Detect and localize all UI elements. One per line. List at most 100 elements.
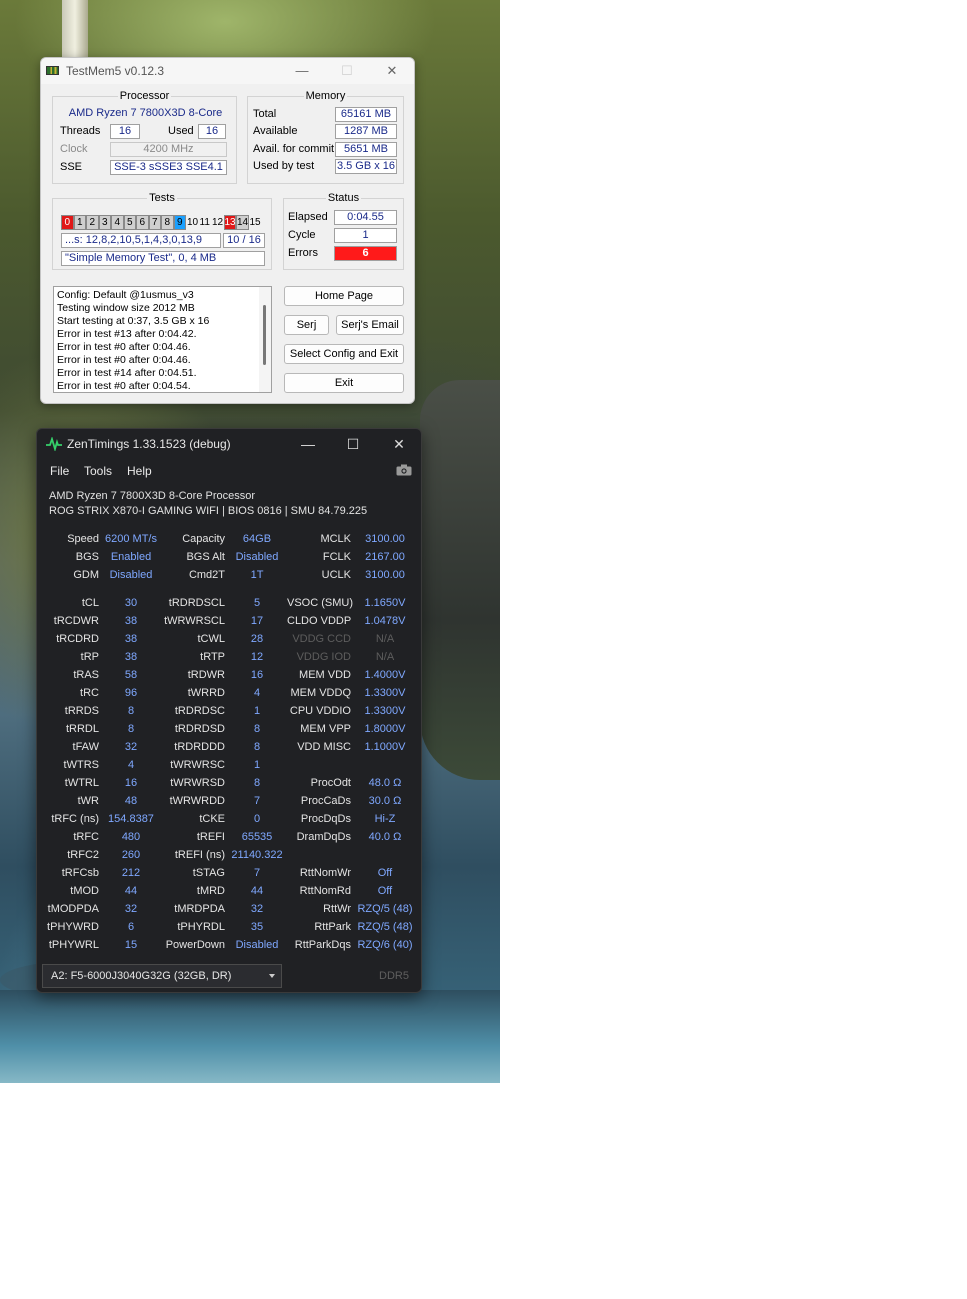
test-sequence: ...s: 12,8,2,10,5,1,4,3,0,13,9 <box>61 233 221 248</box>
maximize-button[interactable]: ☐ <box>333 433 373 455</box>
title-bar[interactable]: TestMem5 v0.12.3 — ☐ ✕ <box>41 58 414 84</box>
memory-type: DDR5 <box>379 970 409 982</box>
test-cell: 12 <box>211 215 224 230</box>
minimize-button[interactable]: — <box>287 61 317 81</box>
timing-value: 154.8387 <box>108 813 154 825</box>
timing-label: tRCDWR <box>53 615 99 627</box>
timing-label: tRDRDSCL <box>168 597 225 609</box>
window-title: ZenTimings 1.33.1523 (debug) <box>67 437 231 451</box>
board-info: ROG STRIX X870-I GAMING WIFI | BIOS 0816… <box>49 505 368 517</box>
timing-label: tRFC <box>73 831 99 843</box>
commit-label: Avail. for commit <box>253 143 335 155</box>
timing-value: 65535 <box>241 831 273 843</box>
timing-label: tRDWR <box>187 669 225 681</box>
timing-value: 1.4000V <box>364 669 406 681</box>
timing-label: RttParkDqs <box>294 939 351 951</box>
errors-label: Errors <box>288 247 318 259</box>
test-cell: 13 <box>223 215 236 230</box>
timing-label: ProcOdt <box>310 777 351 789</box>
total-label: Total <box>253 108 277 120</box>
close-button[interactable]: ✕ <box>379 433 419 455</box>
window-title: TestMem5 v0.12.3 <box>66 64 165 78</box>
serj-email-button[interactable]: Serj's Email <box>336 315 404 335</box>
home-page-button[interactable]: Home Page <box>284 286 404 306</box>
exit-button[interactable]: Exit <box>284 373 404 393</box>
minimize-button[interactable]: — <box>288 433 328 455</box>
available-value: 1287 MB <box>335 124 397 139</box>
timing-value: 64GB <box>242 533 272 545</box>
test-cell: 1 <box>73 215 86 230</box>
timing-label: tCKE <box>199 813 225 825</box>
test-cell: 0 <box>61 215 74 230</box>
menu-file[interactable]: File <box>50 464 69 478</box>
timing-label: Cmd2T <box>188 569 225 581</box>
test-cell: 3 <box>98 215 111 230</box>
timing-value: 7 <box>253 795 261 807</box>
log-line: Error in test #0 after 0:04.46. <box>57 354 191 366</box>
timing-value: 28 <box>250 633 264 645</box>
timing-label: tMOD <box>70 885 99 897</box>
timing-label: RttNomRd <box>299 885 351 897</box>
timing-value: 12 <box>250 651 264 663</box>
processor-group: Processor AMD Ryzen 7 7800X3D 8-Core Thr… <box>52 90 237 184</box>
cpu-name: AMD Ryzen 7 7800X3D 8-Core Processor <box>49 490 256 502</box>
timing-label: tRFC (ns) <box>51 813 99 825</box>
timing-value: 8 <box>127 723 135 735</box>
timing-label: MEM VDD <box>299 669 351 681</box>
timing-label: tWRRD <box>187 687 225 699</box>
log-textarea[interactable]: Config: Default @1usmus_v3 Testing window… <box>53 286 272 393</box>
timing-value: 96 <box>124 687 138 699</box>
timing-label: tRAS <box>73 669 99 681</box>
chevron-down-icon <box>269 974 275 978</box>
timing-value: 6200 MT/s <box>105 533 157 545</box>
timing-label: tRP <box>80 651 99 663</box>
timing-label: tRRDL <box>65 723 99 735</box>
select-config-button[interactable]: Select Config and Exit <box>284 344 404 364</box>
timing-label: tWRWRSD <box>170 777 225 789</box>
timing-value: Off <box>377 885 393 897</box>
timing-label: VDD MISC <box>297 741 351 753</box>
desktop: TestMem5 v0.12.3 — ☐ ✕ Processor AMD Ryz… <box>0 0 967 1299</box>
test-cells: 0 1 2 3 4 5 6 7 8 9 10 11 12 13 14 15 <box>61 215 261 230</box>
timing-value: 16 <box>124 777 138 789</box>
log-scrollbar[interactable] <box>259 287 271 392</box>
timing-value: 1.1000V <box>364 741 406 753</box>
timing-label: ProcDqDs <box>300 813 351 825</box>
timing-value: 6 <box>127 921 135 933</box>
timing-label: MCLK <box>320 533 351 545</box>
timing-value: 1 <box>253 759 261 771</box>
memory-group-title: Memory <box>303 90 348 102</box>
timing-value: 58 <box>124 669 138 681</box>
timing-label: FCLK <box>322 551 351 563</box>
timing-label: tWTRL <box>64 777 99 789</box>
test-cell: 5 <box>123 215 136 230</box>
timing-value: 4 <box>253 687 261 699</box>
screenshot-camera-icon[interactable] <box>396 464 412 476</box>
timing-label: tREFI <box>196 831 225 843</box>
menu-tools[interactable]: Tools <box>84 464 112 478</box>
timing-label: PowerDown <box>165 939 225 951</box>
timing-label: RttNomWr <box>299 867 351 879</box>
testmem5-window: TestMem5 v0.12.3 — ☐ ✕ Processor AMD Ryz… <box>40 57 415 404</box>
test-cell: 8 <box>161 215 174 230</box>
timing-value: 212 <box>121 867 141 879</box>
status-group: Status Elapsed 0:04.55 Cycle 1 Errors 6 <box>283 192 404 270</box>
maximize-button[interactable]: ☐ <box>332 61 362 81</box>
timing-value: Disabled <box>235 551 279 563</box>
timing-value: 38 <box>124 651 138 663</box>
timing-value: 35 <box>250 921 264 933</box>
timing-value: 1.0478V <box>364 615 406 627</box>
timing-label: MEM VDDQ <box>290 687 352 699</box>
log-line: Error in test #0 after 0:04.54. <box>57 380 191 392</box>
timing-value: 48 <box>124 795 138 807</box>
close-button[interactable]: ✕ <box>377 61 407 81</box>
serj-button[interactable]: Serj <box>284 315 329 335</box>
menu-help[interactable]: Help <box>127 464 152 478</box>
timing-label: tRC <box>80 687 99 699</box>
log-lines: Config: Default @1usmus_v3 Testing window… <box>57 289 271 392</box>
log-line: Config: Default @1usmus_v3 <box>57 289 194 301</box>
timing-value: Disabled <box>109 569 153 581</box>
timing-value: N/A <box>375 633 395 645</box>
dimm-select[interactable]: A2: F5-6000J3040G32G (32GB, DR) <box>42 964 282 988</box>
timing-label: tWRWRDD <box>169 795 225 807</box>
